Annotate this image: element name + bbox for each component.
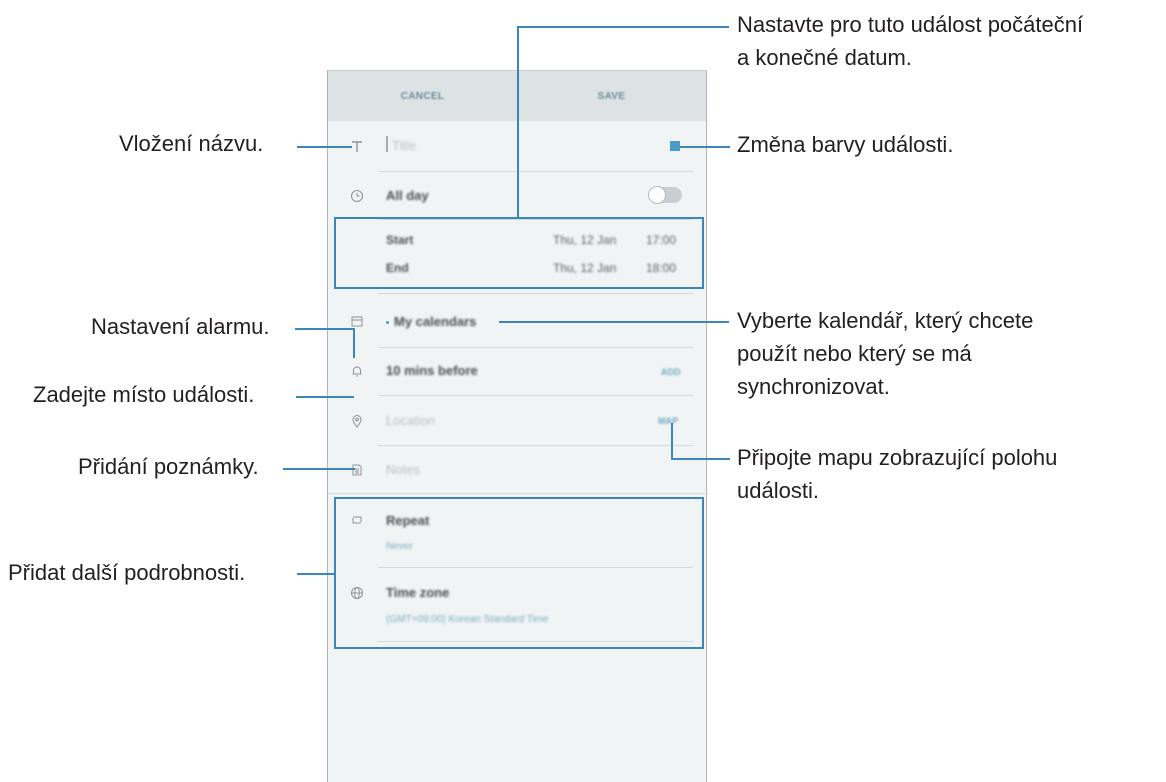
title-input[interactable]: Title: [392, 138, 416, 153]
all-day-toggle[interactable]: [648, 186, 682, 204]
calendar-color-dot: [386, 321, 389, 324]
callout-title: Vložení názvu.: [119, 131, 264, 156]
leader-line: [297, 573, 334, 575]
details-highlight-box: [334, 497, 704, 649]
leader-line: [499, 321, 729, 323]
callout-map-line2: události.: [737, 478, 819, 503]
divider: [378, 395, 693, 396]
callout-calendar-line1: Vyberte kalendář, který chcete: [737, 308, 1034, 333]
save-button[interactable]: SAVE: [517, 71, 706, 121]
divider: [378, 171, 693, 172]
leader-line: [671, 423, 673, 460]
location-input[interactable]: Location: [386, 413, 435, 428]
notes-input[interactable]: Notes: [386, 462, 420, 477]
bell-icon: [350, 364, 364, 378]
divider: [378, 293, 693, 294]
leader-line: [353, 328, 355, 358]
all-day-label: All day: [386, 188, 429, 203]
leader-line: [680, 146, 730, 148]
dates-highlight-box: [334, 217, 704, 289]
title-cursor: [386, 136, 388, 152]
leader-line: [297, 146, 352, 148]
callout-dates-line2: a konečné datum.: [737, 45, 912, 70]
note-icon: [350, 463, 364, 477]
clock-icon: [350, 189, 364, 203]
callout-map-line1: Připojte mapu zobrazující polohu: [737, 445, 1058, 470]
callout-calendar-line2: použít nebo který se má: [737, 341, 972, 366]
text-icon: [350, 140, 364, 154]
reminder-label[interactable]: 10 mins before: [386, 363, 478, 378]
location-pin-icon: [350, 414, 364, 428]
event-color-button[interactable]: [670, 141, 680, 151]
callout-location: Zadejte místo události.: [33, 382, 255, 407]
divider: [378, 347, 693, 348]
callout-notes: Přidání poznámky.: [78, 454, 259, 479]
add-reminder-button[interactable]: ADD: [661, 367, 681, 377]
callout-dates-line1: Nastavte pro tuto událost počáteční: [737, 12, 1084, 37]
callout-color: Změna barvy události.: [737, 132, 954, 157]
leader-line: [671, 458, 730, 460]
toggle-knob: [648, 186, 666, 204]
divider: [378, 445, 693, 446]
callout-calendar-line3: synchronizovat.: [737, 374, 890, 399]
leader-line: [517, 26, 519, 218]
callout-alarm: Nastavení alarmu.: [91, 314, 270, 339]
leader-line: [296, 396, 354, 398]
divider: [328, 493, 708, 494]
leader-line: [283, 468, 355, 470]
map-button[interactable]: MAP: [658, 416, 678, 426]
calendar-icon: [350, 314, 364, 328]
callout-details: Přidat další podrobnosti.: [8, 560, 246, 585]
leader-line: [295, 328, 355, 330]
cancel-button[interactable]: CANCEL: [328, 71, 517, 121]
calendar-selector[interactable]: My calendars: [394, 314, 476, 329]
leader-line: [517, 26, 729, 28]
